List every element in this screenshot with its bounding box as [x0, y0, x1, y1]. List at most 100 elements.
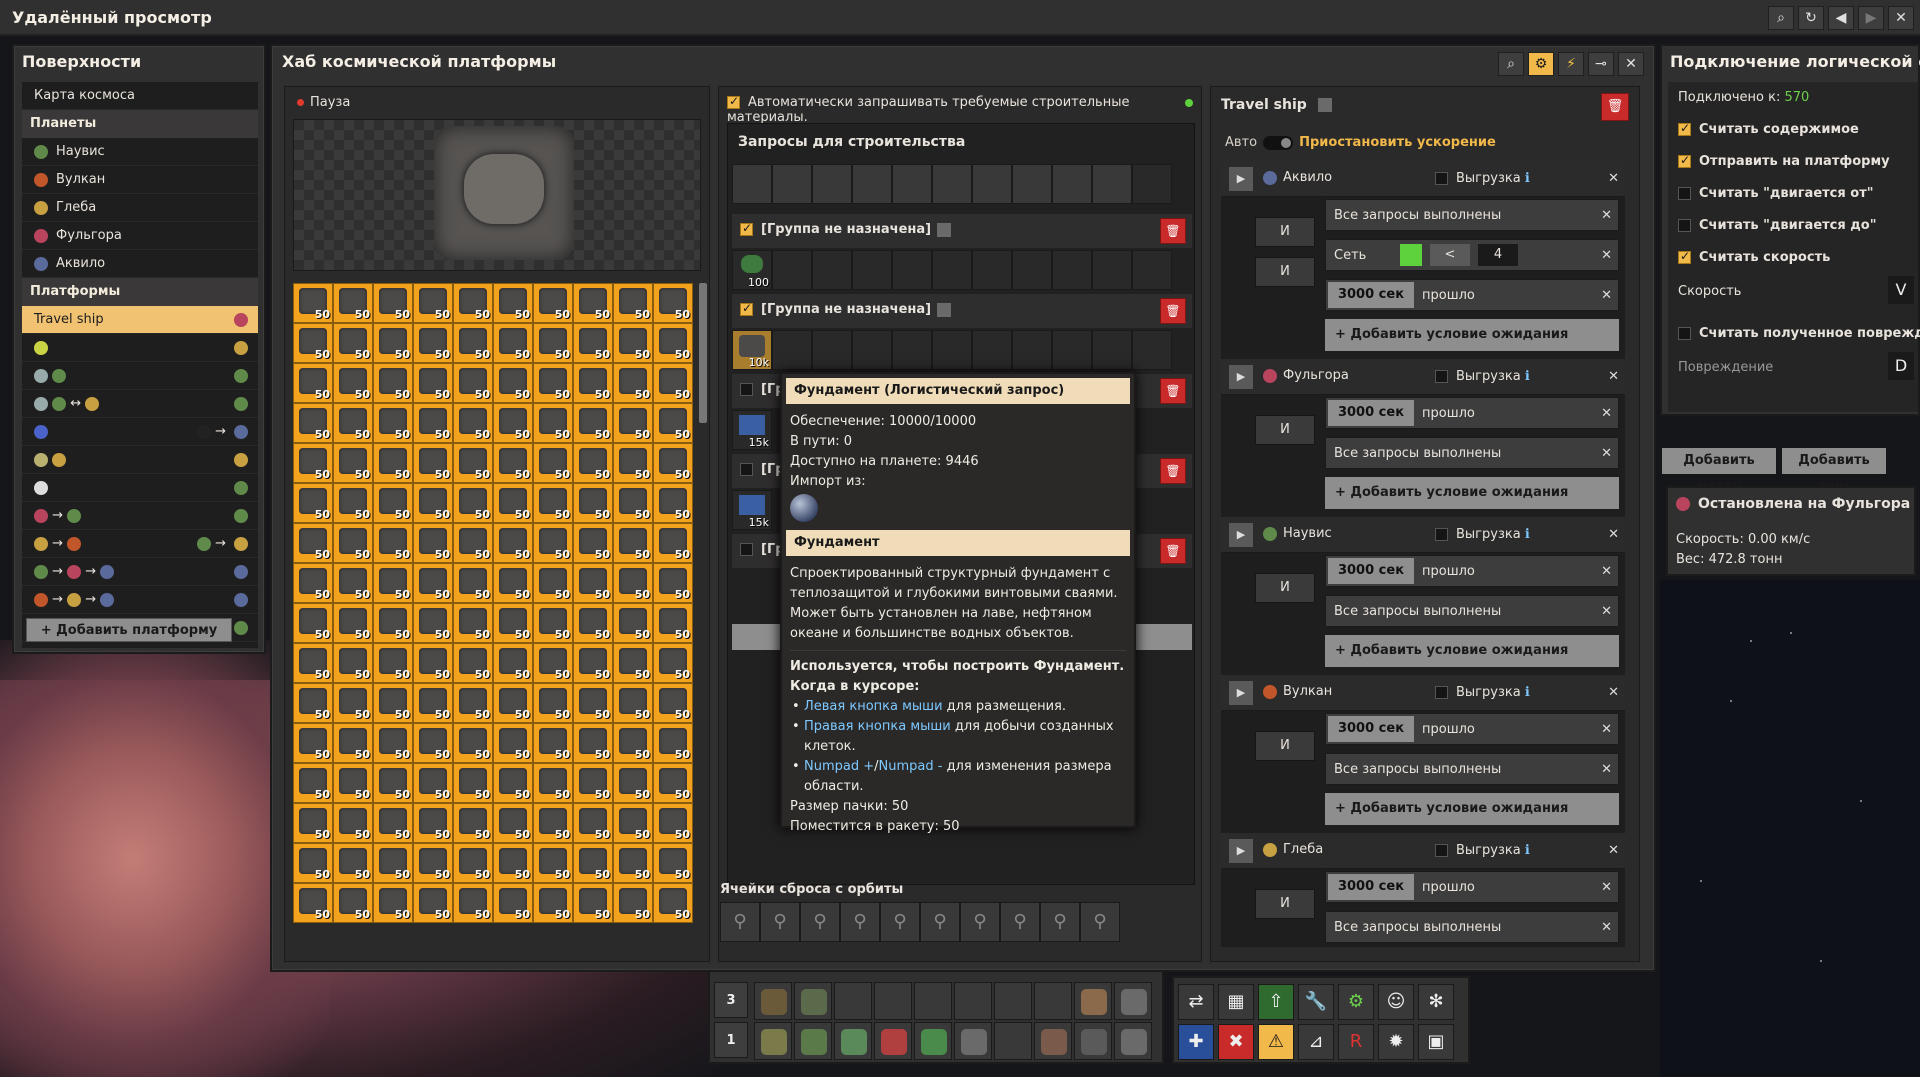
inventory-slot[interactable]: 50: [533, 843, 573, 883]
inventory-slot[interactable]: 50: [453, 443, 493, 483]
inventory-slot[interactable]: 50: [573, 723, 613, 763]
remove-stop-icon[interactable]: ✕: [1608, 843, 1619, 858]
map-icon[interactable]: ▣: [1418, 1024, 1454, 1060]
orbital-drop-slot[interactable]: ⚲: [720, 902, 760, 942]
inventory-slot[interactable]: 50: [613, 563, 653, 603]
upgrade-planner-icon[interactable]: ⇧: [1258, 984, 1294, 1020]
inventory-slot[interactable]: 50: [493, 443, 533, 483]
add-ping-button[interactable]: Добавить пинг: [1782, 448, 1886, 494]
alert-icon[interactable]: ⚠: [1258, 1024, 1294, 1060]
inventory-slot[interactable]: 50: [533, 523, 573, 563]
inventory-slot[interactable]: 50: [413, 283, 453, 323]
request-slot[interactable]: [1052, 330, 1092, 370]
inventory-slot[interactable]: 50: [373, 283, 413, 323]
read-moving-to-row[interactable]: Считать "двигается до": [1678, 218, 1876, 233]
copy-icon[interactable]: ✚: [1178, 1024, 1214, 1060]
pin-icon[interactable]: ⊸: [1588, 52, 1614, 76]
and-button[interactable]: И: [1255, 217, 1315, 247]
foundation-request-slot[interactable]: 10k: [732, 330, 772, 370]
remove-stop-icon[interactable]: ✕: [1608, 369, 1619, 384]
inventory-slot[interactable]: 50: [373, 843, 413, 883]
inventory-slot[interactable]: 50: [333, 763, 373, 803]
unload-checkbox[interactable]: [1435, 844, 1448, 857]
inventory-slot[interactable]: 50: [493, 283, 533, 323]
unload-checkbox[interactable]: [1435, 370, 1448, 383]
play-icon[interactable]: ▶: [1229, 365, 1253, 389]
deconstruct-icon[interactable]: ✖: [1218, 1024, 1254, 1060]
inventory-slot[interactable]: 50: [293, 363, 333, 403]
inventory-slot[interactable]: 50: [573, 843, 613, 883]
and-button[interactable]: И: [1255, 257, 1315, 287]
inventory-slot[interactable]: 50: [653, 363, 693, 403]
wait-condition[interactable]: Все запросы выполнены ✕: [1325, 911, 1619, 943]
inventory-slot[interactable]: 50: [533, 483, 573, 523]
wait-condition[interactable]: 3000 сек прошло ✕: [1325, 397, 1619, 429]
inventory-slot[interactable]: 50: [533, 403, 573, 443]
add-tag-button[interactable]: Добавить метку: [1662, 448, 1776, 494]
speed-signal-button[interactable]: V: [1888, 276, 1914, 304]
edit-icon[interactable]: [1317, 98, 1332, 112]
inventory-slot[interactable]: 50: [453, 763, 493, 803]
inventory-slot[interactable]: 50: [333, 283, 373, 323]
and-button[interactable]: И: [1255, 573, 1315, 603]
delete-group-button[interactable]: 🗑: [1160, 458, 1186, 484]
request-slot[interactable]: [1012, 250, 1052, 290]
inventory-slot[interactable]: 50: [613, 443, 653, 483]
request-group-1[interactable]: [Группа не назначена] 🗑: [732, 214, 1192, 248]
planet-item-gleba[interactable]: Глеба: [22, 194, 258, 222]
quickbar-slot[interactable]: [1034, 982, 1072, 1020]
settings-gear-icon[interactable]: ✹: [1378, 1024, 1414, 1060]
unload-checkbox[interactable]: [1435, 172, 1448, 185]
quickbar-slot[interactable]: [1114, 1022, 1152, 1060]
inventory-slot[interactable]: 50: [453, 603, 493, 643]
inventory-slot[interactable]: 50: [293, 523, 333, 563]
inventory-slot[interactable]: 50: [653, 763, 693, 803]
inventory-slot[interactable]: 50: [653, 283, 693, 323]
inventory-slot[interactable]: 50: [653, 403, 693, 443]
inventory-slot[interactable]: 50: [293, 603, 333, 643]
platform-item[interactable]: [22, 446, 258, 474]
inventory-slot[interactable]: 50: [613, 723, 653, 763]
read-damage-row[interactable]: Считать полученное повреждение: [1678, 326, 1920, 341]
inventory-scrollbar[interactable]: [699, 283, 707, 423]
inventory-slot[interactable]: 50: [453, 883, 493, 923]
read-damage-checkbox[interactable]: [1678, 327, 1691, 340]
wait-condition[interactable]: Все запросы выполнены ✕: [1325, 199, 1619, 231]
inventory-slot[interactable]: 50: [613, 403, 653, 443]
inventory-slot[interactable]: 50: [293, 843, 333, 883]
platform-item[interactable]: → →: [22, 530, 258, 558]
quickbar-slot[interactable]: [874, 982, 912, 1020]
inventory-slot[interactable]: 50: [333, 803, 373, 843]
forward-icon[interactable]: ▶: [1858, 6, 1884, 30]
read-moving-to-checkbox[interactable]: [1678, 219, 1691, 232]
delete-schedule-button[interactable]: 🗑: [1601, 93, 1629, 121]
inventory-slot[interactable]: 50: [333, 883, 373, 923]
inventory-slot[interactable]: 50: [413, 843, 453, 883]
edit-icon[interactable]: [937, 302, 952, 317]
inventory-slot[interactable]: 50: [493, 723, 533, 763]
wait-condition[interactable]: Все запросы выполнены ✕: [1325, 437, 1619, 469]
remove-stop-icon[interactable]: ✕: [1608, 171, 1619, 186]
inventory-slot[interactable]: 50: [613, 643, 653, 683]
inventory-slot[interactable]: 50: [293, 443, 333, 483]
orbital-drop-slot[interactable]: ⚲: [760, 902, 800, 942]
inventory-slot[interactable]: 50: [613, 483, 653, 523]
send-to-platform-checkbox[interactable]: [1678, 153, 1691, 168]
add-wait-condition-button[interactable]: + Добавить условие ожидания: [1325, 793, 1619, 825]
wrench-icon[interactable]: 🔧: [1298, 984, 1334, 1020]
platform-preview[interactable]: [293, 119, 701, 271]
inventory-slot[interactable]: 50: [333, 603, 373, 643]
request-item-slot[interactable]: 15k: [732, 410, 772, 450]
inventory-slot[interactable]: 50: [453, 843, 493, 883]
inventory-slot[interactable]: 50: [493, 363, 533, 403]
play-icon[interactable]: ▶: [1229, 839, 1253, 863]
inventory-slot[interactable]: 50: [493, 883, 533, 923]
remove-condition-icon[interactable]: ✕: [1601, 248, 1612, 263]
inventory-slot[interactable]: 50: [573, 603, 613, 643]
request-slot[interactable]: [1092, 250, 1132, 290]
request-slot[interactable]: [1132, 164, 1172, 204]
delete-group-button[interactable]: 🗑: [1160, 538, 1186, 564]
inventory-slot[interactable]: 50: [373, 443, 413, 483]
planet-item-nauvis[interactable]: Наувис: [22, 138, 258, 166]
request-slot[interactable]: [772, 164, 812, 204]
